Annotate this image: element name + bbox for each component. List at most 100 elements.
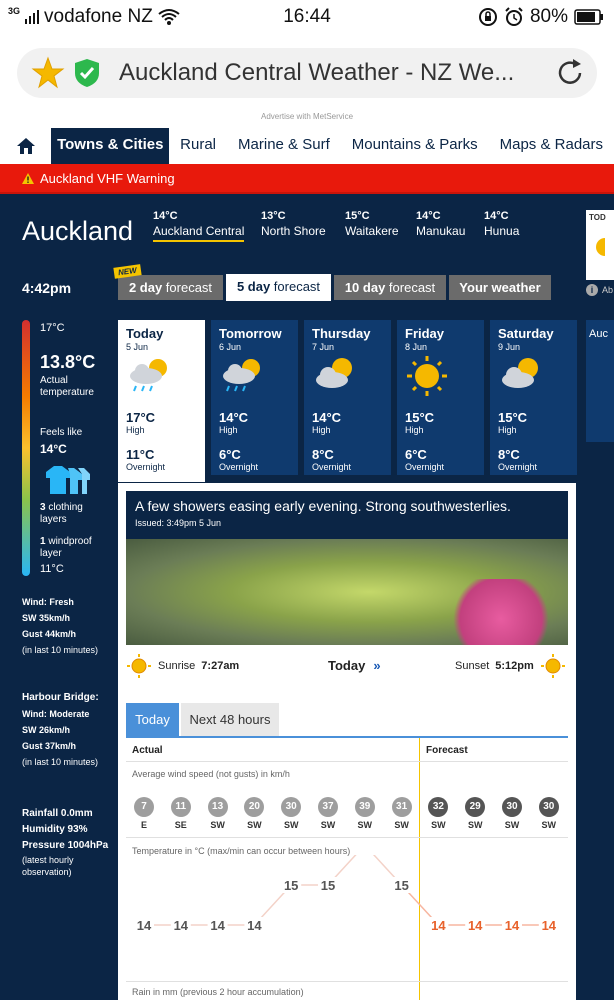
showers-icon (223, 359, 260, 392)
temp-value: 15 (284, 878, 298, 893)
wind-speed-circle: 29 (465, 797, 486, 817)
nav-towns-cities[interactable]: Towns & Cities (51, 128, 170, 164)
location-waitakere[interactable]: 15°C Waitakere (345, 210, 399, 238)
wind-reading: 30 SW (538, 797, 559, 830)
actual-temp-line (144, 855, 403, 926)
wind-speed-circle: 30 (281, 797, 302, 817)
browser-toolbar: Auckland Central Weather - NZ We... (0, 34, 614, 112)
warning-icon (22, 172, 34, 184)
day-card-thursday[interactable]: Thursday 7 Jun 14°C High 8°C Overnight (304, 320, 391, 475)
subtab-next-48-hours[interactable]: Next 48 hours (181, 703, 279, 736)
temp-value: 14 (542, 918, 557, 933)
temp-value: 14 (210, 918, 225, 933)
nav-rural[interactable]: Rural (169, 128, 227, 164)
current-time: 4:42pm (22, 280, 72, 296)
wind-reading: 11 SE (170, 797, 191, 830)
day-card-today[interactable]: Today 5 Jun 17°C High 11°C Overnight (118, 320, 205, 482)
wind-direction: SW (357, 820, 373, 830)
temp-value: 14 (247, 918, 262, 933)
wind-speed-circle: 13 (207, 797, 228, 817)
temp-value: 14 (468, 918, 483, 933)
main-nav: Towns & Cities Rural Marine & Surf Mount… (0, 128, 614, 164)
location-manukau[interactable]: 14°C Manukau (416, 210, 465, 238)
wind-reading: 30 SW (281, 797, 302, 830)
nav-mountains-parks[interactable]: Mountains & Parks (341, 128, 489, 164)
info-text: Ab (602, 285, 614, 295)
warning-banner[interactable]: Auckland VHF Warning (0, 164, 614, 194)
wind-direction: SW (320, 820, 336, 830)
nav-marine-surf[interactable]: Marine & Surf (227, 128, 341, 164)
windproof-layers: 1 windproof layer (40, 536, 92, 559)
wind-speed-circle: 32 (428, 797, 449, 817)
reload-icon[interactable] (553, 56, 587, 90)
wind-direction: SE (174, 820, 187, 830)
showers-icon (130, 359, 167, 392)
actual-temp: 13.8°C (40, 352, 96, 372)
wind-speed-circle: 39 (354, 797, 375, 817)
sunrise-icon (127, 654, 151, 678)
max-temp: 17°C (40, 322, 65, 334)
wind-info: Wind: Fresh SW 35km/h Gust 44km/h (in la… (22, 597, 99, 655)
actual-label: Actual (132, 745, 163, 756)
wind-reading: 13 SW (207, 797, 228, 830)
temp-value: 14 (137, 918, 152, 933)
wind-reading: 20 SW (244, 797, 265, 830)
tab-5-day[interactable]: 5 day forecast (226, 274, 331, 301)
weather-photo (126, 539, 568, 645)
wind-direction: SW (247, 820, 262, 830)
partly-cloudy-icon (502, 358, 538, 388)
partly-cloudy-icon (316, 358, 352, 388)
home-button[interactable] (0, 128, 51, 164)
nav-maps-radars[interactable]: Maps & Radars (489, 128, 614, 164)
sunny-icon (407, 356, 447, 396)
tab-2-day[interactable]: 2 day forecast (118, 275, 223, 300)
warning-text: Auckland VHF Warning (40, 170, 175, 186)
temperature-gauge (22, 320, 30, 576)
today-side-box[interactable]: TOD (586, 210, 614, 280)
location-auckland-central[interactable]: 14°C Auckland Central (153, 210, 245, 242)
forecast-description: A few showers easing early evening. Stro… (126, 491, 568, 539)
sunrise: Sunrise 7:27am (126, 653, 239, 679)
location-hunua[interactable]: 14°C Hunua (484, 210, 519, 238)
clothing-icon (46, 466, 90, 494)
feels-like-temp: 14°C (40, 442, 67, 456)
today-selector[interactable]: Today» (328, 658, 381, 673)
wind-direction: SW (394, 820, 409, 830)
day-card-saturday[interactable]: Saturday 9 Jun 15°C High 8°C Overnight (490, 320, 577, 475)
sunset-icon (540, 654, 565, 678)
wind-reading: 29 SW (465, 797, 486, 830)
actual-temp-label: Actual temperature (40, 375, 94, 398)
info-icon[interactable]: i (586, 284, 598, 296)
forecast-label: Forecast (426, 745, 468, 756)
location-north-shore[interactable]: 13°C North Shore (261, 210, 326, 238)
address-bar[interactable]: Auckland Central Weather - NZ We... (17, 48, 597, 98)
temp-value: 14 (431, 918, 446, 933)
ad-strip: Advertise with MetService (0, 112, 614, 128)
wind-speed-circle: 37 (318, 797, 338, 817)
page-title: Auckland Central Weather - NZ We... (119, 59, 515, 86)
observation-info: Rainfall 0.0mm Humidity 93% Pressure 100… (22, 808, 109, 877)
day-card-tomorrow[interactable]: Tomorrow 6 Jun 14°C High 6°C Overnight (211, 320, 298, 475)
wind-direction: SW (467, 820, 483, 830)
wind-reading: 39 SW (354, 797, 375, 830)
auckland-side-box[interactable]: Auc (586, 320, 614, 442)
star-bookmark-icon[interactable] (31, 56, 65, 90)
day-card-friday[interactable]: Friday 8 Jun 15°C High 6°C Overnight (397, 320, 484, 475)
wind-direction: SW (283, 820, 299, 830)
tab-10-day[interactable]: 10 day forecast (334, 275, 446, 300)
harbour-bridge-info: Harbour Bridge: Wind: Moderate SW 26km/h… (22, 692, 99, 767)
wind-reading: 31 SW (391, 797, 412, 830)
wind-chart-header: Average wind speed (not gusts) in km/h (132, 769, 290, 779)
subtab-today[interactable]: Today (126, 703, 179, 736)
wind-reading: 7E (134, 797, 154, 830)
clothing-layers: 3 clothing layers (40, 502, 83, 525)
wind-speed-circle: 7 (134, 797, 154, 817)
temp-value: 14 (174, 918, 189, 933)
tab-your-weather[interactable]: Your weather (449, 275, 551, 300)
wind-direction: SW (210, 820, 225, 830)
sunset: Sunset 5:12pm (455, 653, 566, 679)
battery-icon (574, 9, 603, 25)
wind-direction: SW (541, 820, 557, 830)
status-bar: 3G vodafone NZ 16:44 80% (0, 0, 614, 34)
wind-reading: 32 SW (428, 797, 449, 830)
